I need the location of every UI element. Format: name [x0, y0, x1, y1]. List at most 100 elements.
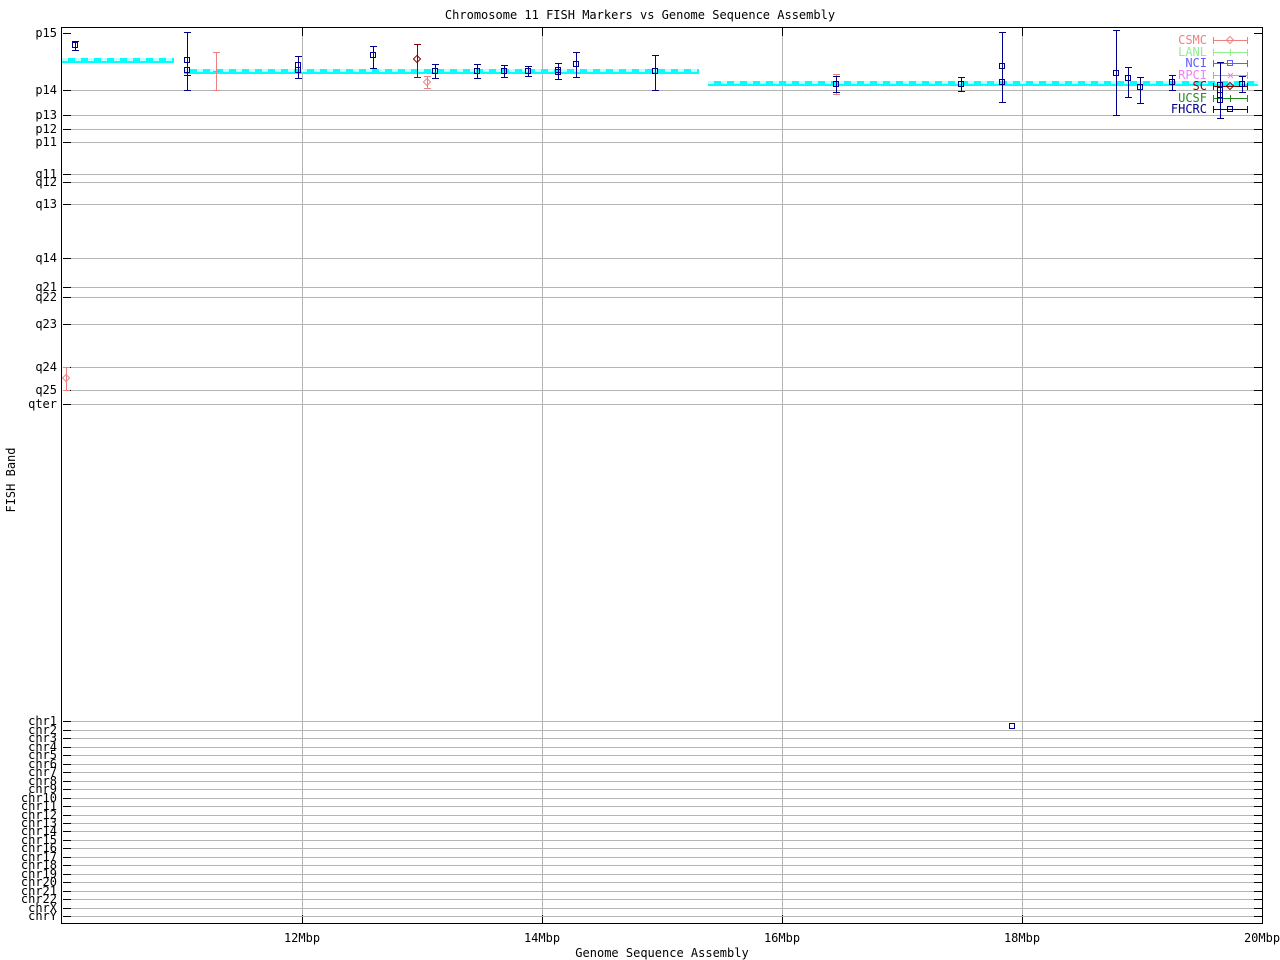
error-bar-cap: [1239, 92, 1246, 93]
y-gridline: [63, 772, 1261, 773]
y-tick-right: [1254, 806, 1262, 807]
y-tick-left: [63, 848, 71, 849]
legend-sample-cap: [1247, 72, 1248, 79]
data-point-marker: [184, 67, 190, 73]
y-tick-left: [63, 798, 71, 799]
y-gridline: [63, 747, 1261, 748]
y-tick-left: [63, 857, 71, 858]
y-gridline: [63, 115, 1261, 116]
y-tick-label: chrY: [28, 909, 57, 923]
y-tick-label: q12: [35, 175, 57, 189]
error-bar-cap: [999, 102, 1006, 103]
y-gridline: [63, 840, 1261, 841]
error-bar-cap: [833, 76, 840, 77]
y-tick-right: [1254, 297, 1262, 298]
y-gridline: [63, 287, 1261, 288]
y-tick-left: [63, 772, 71, 773]
data-point-marker: [501, 68, 507, 74]
y-tick-right: [1254, 324, 1262, 325]
y-tick-right: [1254, 823, 1262, 824]
y-gridline: [63, 404, 1261, 405]
y-gridline: [63, 806, 1261, 807]
y-tick-right: [1254, 747, 1262, 748]
y-gridline: [63, 390, 1261, 391]
x-tick-top: [782, 28, 783, 36]
legend-sample-cap: [1213, 95, 1214, 102]
y-tick-left: [63, 738, 71, 739]
y-tick-left: [63, 891, 71, 892]
legend-sample-cap: [1213, 60, 1214, 67]
data-point-marker: [295, 67, 301, 73]
y-tick-right: [1254, 33, 1262, 34]
y-gridline: [63, 789, 1261, 790]
y-tick-left: [63, 806, 71, 807]
y-tick-right: [1254, 916, 1262, 917]
error-bar-cap: [833, 94, 840, 95]
y-gridline: [63, 882, 1261, 883]
y-tick-left: [63, 764, 71, 765]
y-tick-left: [63, 730, 71, 731]
error-bar: [1140, 77, 1141, 103]
fish-markers-chart: Chromosome 11 FISH Markers vs Genome Seq…: [0, 0, 1280, 960]
y-tick-left: [63, 755, 71, 756]
y-tick-left: [63, 174, 71, 175]
error-bar-cap: [999, 32, 1006, 33]
y-tick-label: qter: [28, 397, 57, 411]
data-point-marker: [999, 79, 1005, 85]
x-tick-bottom: [1262, 915, 1263, 923]
error-bar-cap: [573, 52, 580, 53]
assembly-track-segment: [184, 69, 700, 74]
y-tick-label: q23: [35, 317, 57, 331]
y-gridline: [63, 865, 1261, 866]
y-gridline: [63, 831, 1261, 832]
y-tick-label: q13: [35, 197, 57, 211]
error-bar-cap: [295, 56, 302, 57]
data-point-marker: [573, 61, 579, 67]
y-tick-right: [1254, 764, 1262, 765]
y-tick-label: q22: [35, 290, 57, 304]
y-tick-left: [63, 840, 71, 841]
error-bar-cap: [295, 78, 302, 79]
y-gridline: [63, 899, 1261, 900]
error-bar-cap: [555, 79, 562, 80]
x-tick-label: 12Mbp: [283, 931, 321, 945]
y-tick-left: [63, 781, 71, 782]
error-bar-cap: [474, 64, 481, 65]
data-point-marker: [1125, 75, 1131, 81]
data-point-marker: [184, 57, 190, 63]
y-tick-right: [1254, 182, 1262, 183]
y-tick-right: [1254, 908, 1262, 909]
chart-title: Chromosome 11 FISH Markers vs Genome Seq…: [444, 8, 836, 22]
y-gridline: [63, 781, 1261, 782]
y-gridline: [63, 908, 1261, 909]
data-point-marker: [474, 68, 480, 74]
data-point-marker: [1009, 723, 1015, 729]
legend-sample-cap: [1213, 106, 1214, 113]
error-bar-cap: [1169, 75, 1176, 76]
y-tick-right: [1254, 891, 1262, 892]
legend-sample-marker: [1230, 95, 1231, 102]
legend-sample-cap: [1247, 83, 1248, 90]
y-tick-right: [1254, 848, 1262, 849]
error-bar-cap: [414, 44, 421, 45]
legend-sample-cap: [1247, 95, 1248, 102]
y-tick-left: [63, 721, 71, 722]
y-tick-left: [63, 258, 71, 259]
y-tick-left: [63, 747, 71, 748]
error-bar-cap: [1125, 67, 1132, 68]
data-point-marker: [833, 81, 839, 87]
y-tick-right: [1254, 174, 1262, 175]
y-tick-left: [63, 182, 71, 183]
y-tick-left: [63, 204, 71, 205]
y-tick-right: [1254, 840, 1262, 841]
y-tick-left: [63, 115, 71, 116]
error-bar-cap: [414, 77, 421, 78]
y-tick-right: [1254, 90, 1262, 91]
y-tick-right: [1254, 115, 1262, 116]
y-tick-right: [1254, 287, 1262, 288]
error-bar-cap: [432, 64, 439, 65]
legend-sample-marker: [1227, 106, 1233, 112]
legend-sample-cap: [1213, 72, 1214, 79]
y-gridline: [63, 367, 1261, 368]
y-tick-right: [1254, 129, 1262, 130]
